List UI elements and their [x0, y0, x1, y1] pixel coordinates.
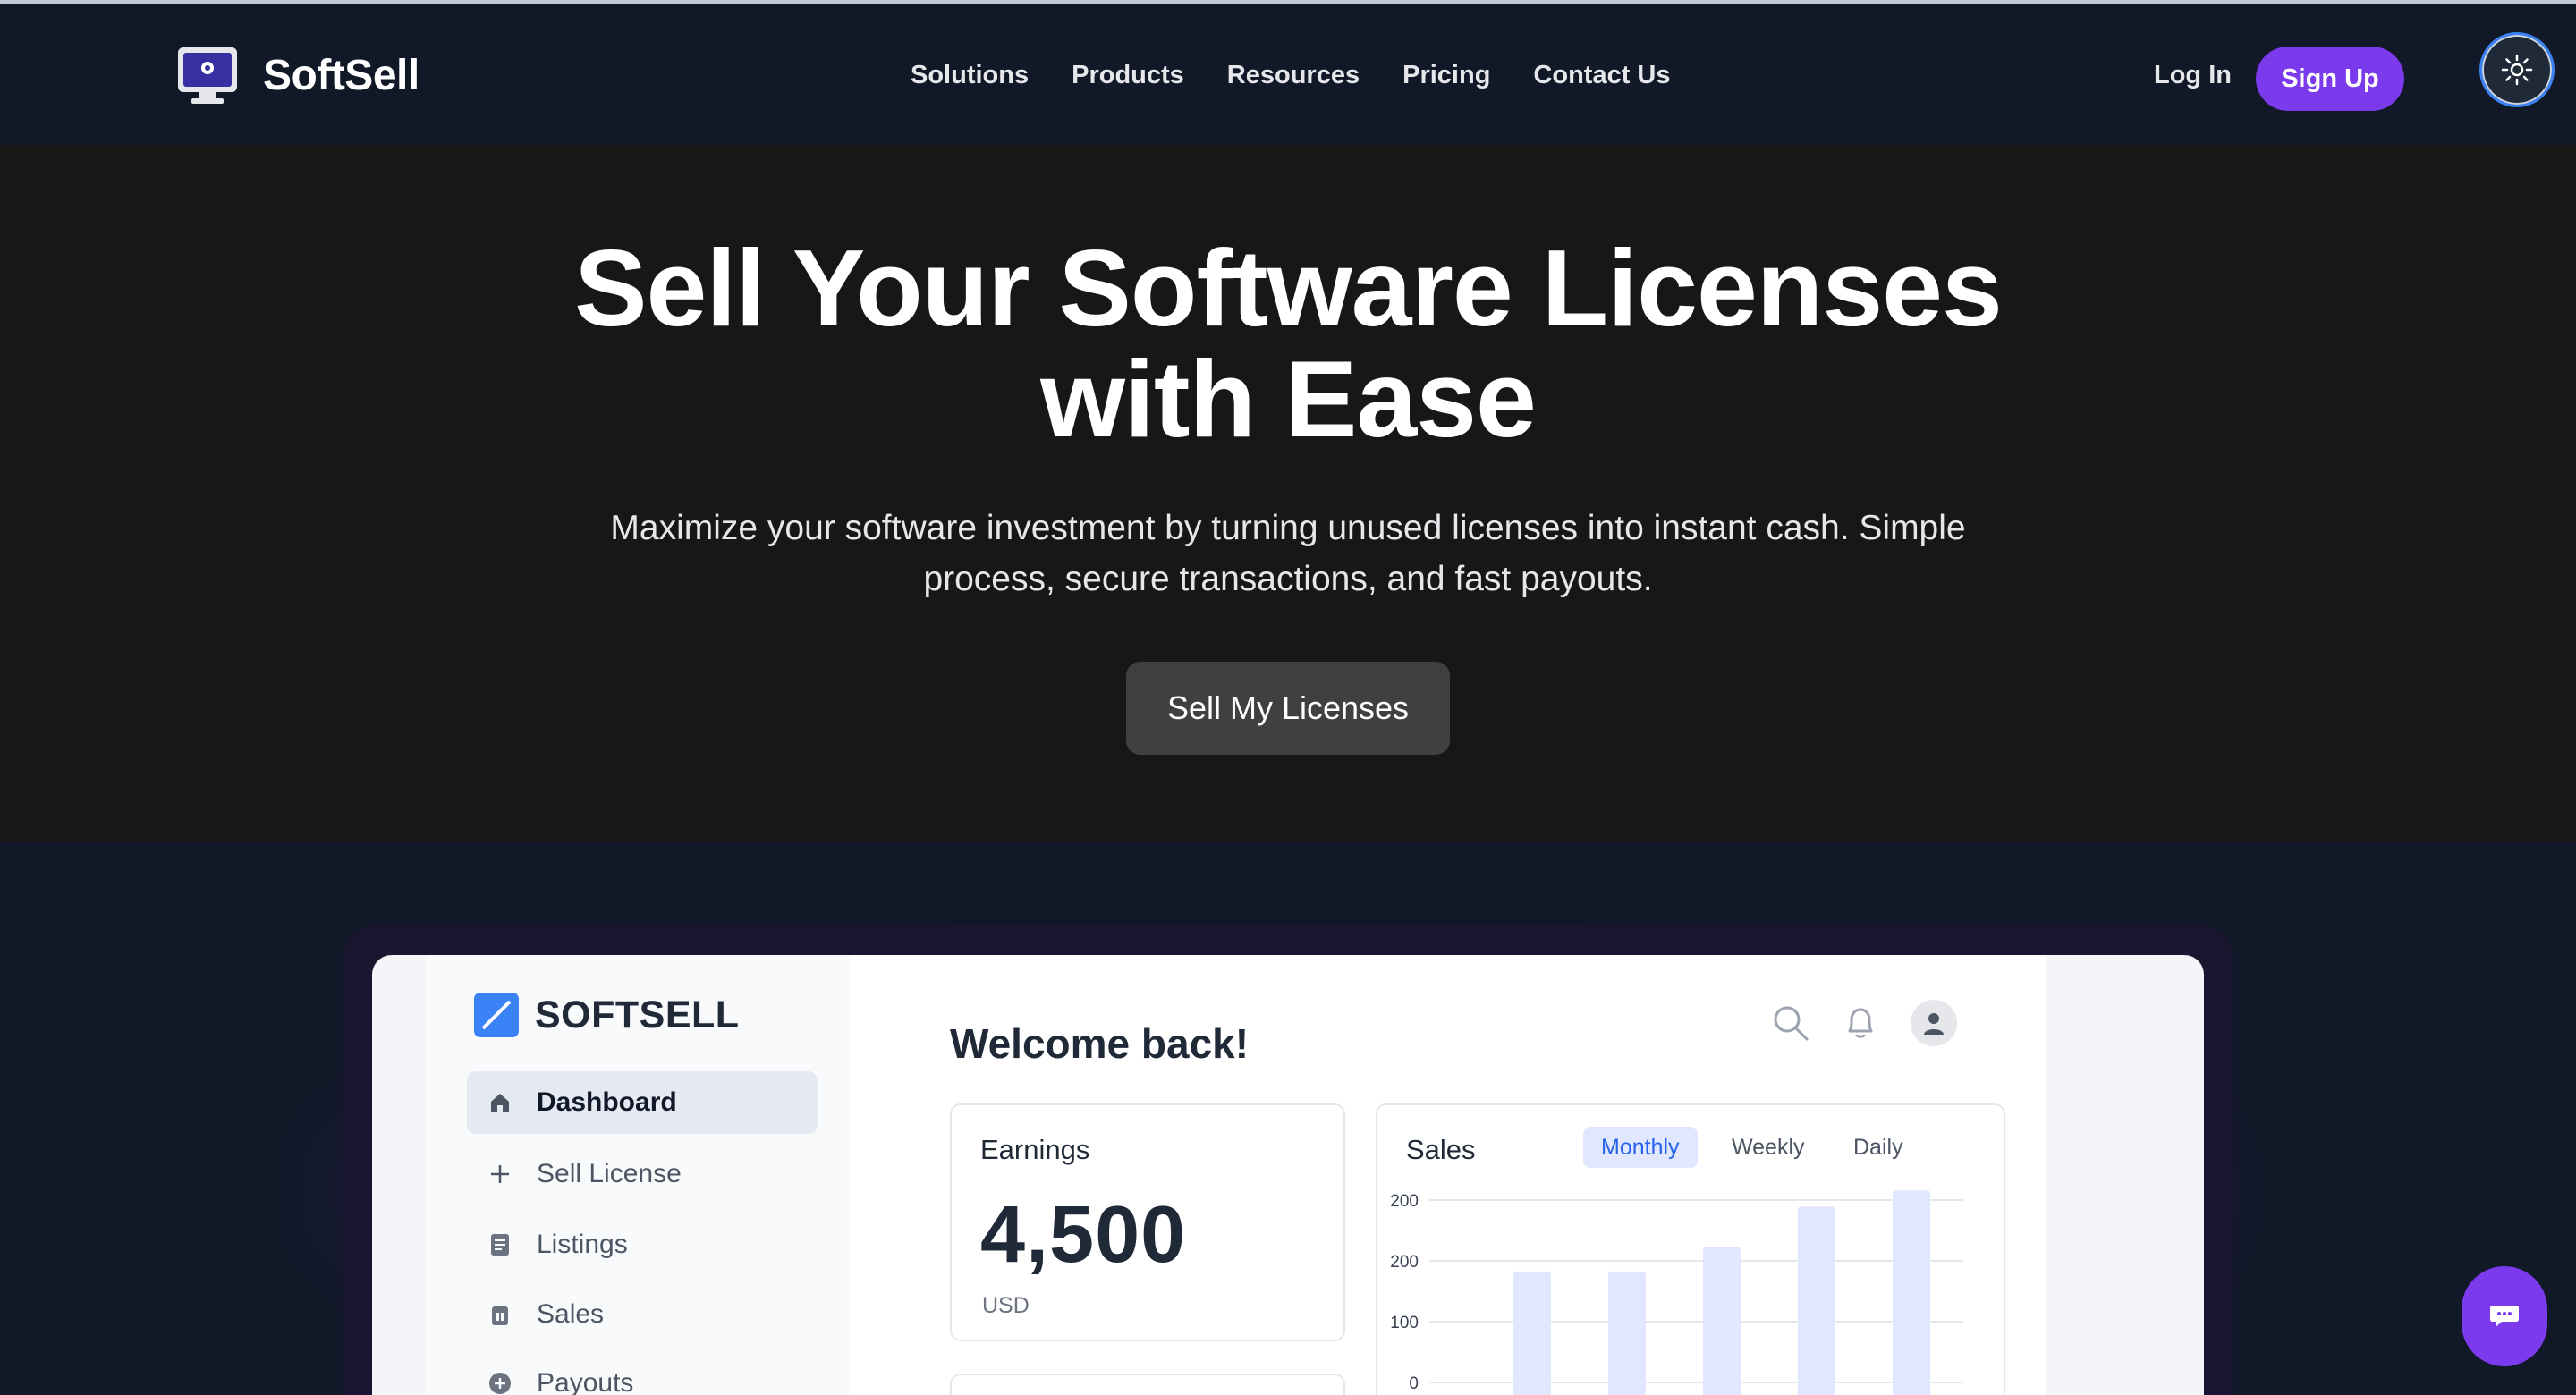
hero-subtitle-line-1: Maximize your software investment by tur… — [610, 509, 1966, 547]
nav-links: Solutions Products Resources Pricing Con… — [911, 61, 1671, 90]
plus-circle-icon — [487, 1370, 513, 1395]
trash-icon — [487, 1301, 513, 1328]
chart-bar — [1703, 1247, 1741, 1395]
sidebar-item-label: Sell License — [537, 1159, 682, 1188]
plus-icon — [487, 1161, 513, 1188]
logo-mark-icon — [474, 993, 519, 1037]
sidebar-item-label: Listings — [537, 1230, 628, 1259]
chart-bar — [1513, 1271, 1551, 1395]
earnings-unit: USD — [982, 1293, 1030, 1318]
brand[interactable]: SoftSell — [175, 45, 419, 106]
search-icon[interactable] — [1767, 1000, 1814, 1046]
dashboard-preview-section: SOFTSELL Dashboard Sell License Listings — [0, 842, 2576, 1395]
sidebar-item-label: Dashboard — [537, 1087, 677, 1117]
sales-card: Sales Monthly Weekly Daily 200 200 100 0 — [1376, 1103, 2005, 1395]
hero-subtitle-line-2: process, secure transactions, and fast p… — [923, 560, 1653, 598]
sidebar-item-label: Payouts — [537, 1368, 634, 1395]
chart-bar — [1893, 1190, 1930, 1395]
sidebar-item-sales[interactable]: Sales — [467, 1283, 818, 1346]
bell-icon[interactable] — [1837, 1000, 1884, 1046]
user-avatar-icon[interactable] — [1911, 1000, 1957, 1046]
nav-link-resources[interactable]: Resources — [1227, 61, 1360, 90]
sidebar-item-dashboard[interactable]: Dashboard — [467, 1071, 818, 1134]
dashboard-preview: SOFTSELL Dashboard Sell License Listings — [372, 955, 2204, 1395]
secondary-card — [950, 1374, 1345, 1395]
brand-name: SoftSell — [263, 51, 419, 99]
signup-button[interactable]: Sign Up — [2256, 46, 2404, 111]
chat-button[interactable] — [2462, 1266, 2547, 1366]
hero-subtitle: Maximize your software investment by tur… — [572, 503, 2004, 604]
sidebar-item-sell-license[interactable]: Sell License — [467, 1143, 818, 1205]
nav-link-solutions[interactable]: Solutions — [911, 61, 1029, 90]
dashboard-main: Welcome back! Earnings 4,500 USD Sales M… — [850, 955, 2046, 1395]
y-tick-label: 200 — [1390, 1192, 1419, 1211]
welcome-heading: Welcome back! — [950, 1020, 1250, 1067]
earnings-card: Earnings 4,500 USD — [950, 1103, 1345, 1341]
chart-bar — [1608, 1271, 1646, 1395]
nav-link-products[interactable]: Products — [1072, 61, 1184, 90]
hero-title-line-2: with Ease — [1040, 338, 1537, 460]
dashboard-sidebar: SOFTSELL Dashboard Sell License Listings — [426, 955, 850, 1395]
document-icon — [487, 1231, 513, 1258]
nav-link-pricing[interactable]: Pricing — [1402, 61, 1490, 90]
hero-title-line-1: Sell Your Software Licenses — [574, 227, 2003, 349]
login-link[interactable]: Log In — [2154, 61, 2232, 90]
sidebar-item-label: Sales — [537, 1299, 605, 1329]
chat-bubble-icon — [2490, 1306, 2519, 1327]
earnings-title: Earnings — [980, 1134, 1090, 1165]
home-icon — [487, 1089, 513, 1116]
sidebar-item-listings[interactable]: Listings — [467, 1213, 818, 1276]
y-tick-label: 0 — [1409, 1374, 1419, 1393]
dashboard-logo: SOFTSELL — [474, 993, 740, 1037]
hero-title: Sell Your Software Licenses with Ease — [0, 232, 2576, 454]
sales-chart: 200 200 100 0 — [1390, 1190, 1963, 1395]
monitor-gear-icon — [178, 47, 237, 104]
hero-section: Sell Your Software Licenses with Ease Ma… — [0, 145, 2576, 842]
top-nav: SoftSell Solutions Products Resources Pr… — [0, 0, 2576, 145]
sell-licenses-button[interactable]: Sell My Licenses — [1126, 662, 1450, 755]
nav-link-contact[interactable]: Contact Us — [1533, 61, 1670, 90]
y-tick-label: 100 — [1390, 1314, 1419, 1332]
y-tick-label: 200 — [1390, 1253, 1419, 1272]
sun-icon — [2501, 54, 2533, 86]
chart-bar — [1798, 1206, 1835, 1395]
dashboard-logo-text: SOFTSELL — [535, 993, 740, 1036]
sidebar-item-payouts[interactable]: Payouts — [467, 1352, 818, 1395]
theme-toggle-button[interactable] — [2479, 32, 2555, 107]
earnings-value: 4,500 — [980, 1190, 1187, 1280]
